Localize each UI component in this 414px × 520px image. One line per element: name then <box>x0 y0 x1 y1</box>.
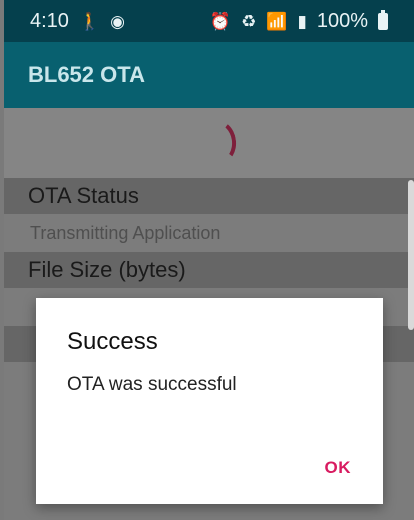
dialog-title: Success <box>67 328 158 355</box>
sync-icon: ♻ <box>241 11 257 31</box>
file-size-header: File Size (bytes) <box>4 252 414 288</box>
dialog-message: OTA was successful <box>67 374 237 395</box>
app-bar: BL652 OTA <box>4 42 414 108</box>
ota-status-value: Transmitting Application <box>30 222 221 243</box>
scrollbar[interactable] <box>408 180 414 330</box>
app-screen: 4:10 🚶 ◉ ⏰ ♻ 📶 ▮ 100% BL652 OTA OTA Stat… <box>4 0 414 520</box>
alarm-icon: ⏰ <box>209 11 232 31</box>
progress-area <box>4 108 414 178</box>
battery-percent: 100% <box>316 9 368 32</box>
status-time: 4:10 <box>30 9 69 32</box>
messenger-icon: ◉ <box>110 11 125 31</box>
status-bar: 4:10 🚶 ◉ ⏰ ♻ 📶 ▮ 100% <box>4 0 414 42</box>
file-size-label: File Size (bytes) <box>28 257 186 282</box>
battery-icon <box>378 9 388 30</box>
app-title: BL652 OTA <box>28 62 145 87</box>
success-dialog: Success OTA was successful OK <box>36 298 383 504</box>
signal-icon: ▮ <box>297 11 307 31</box>
status-left: 4:10 🚶 ◉ <box>30 10 125 33</box>
ota-status-label: OTA Status <box>28 183 139 208</box>
ok-button[interactable]: OK <box>319 452 358 484</box>
status-right: ⏰ ♻ 📶 ▮ 100% <box>209 9 388 33</box>
wifi-icon: 📶 <box>266 11 288 31</box>
walking-icon: 🚶 <box>78 11 101 31</box>
ota-status-header: OTA Status <box>4 178 414 214</box>
loading-spinner-icon <box>197 117 239 167</box>
ota-status-value-row: Transmitting Application <box>4 214 414 252</box>
